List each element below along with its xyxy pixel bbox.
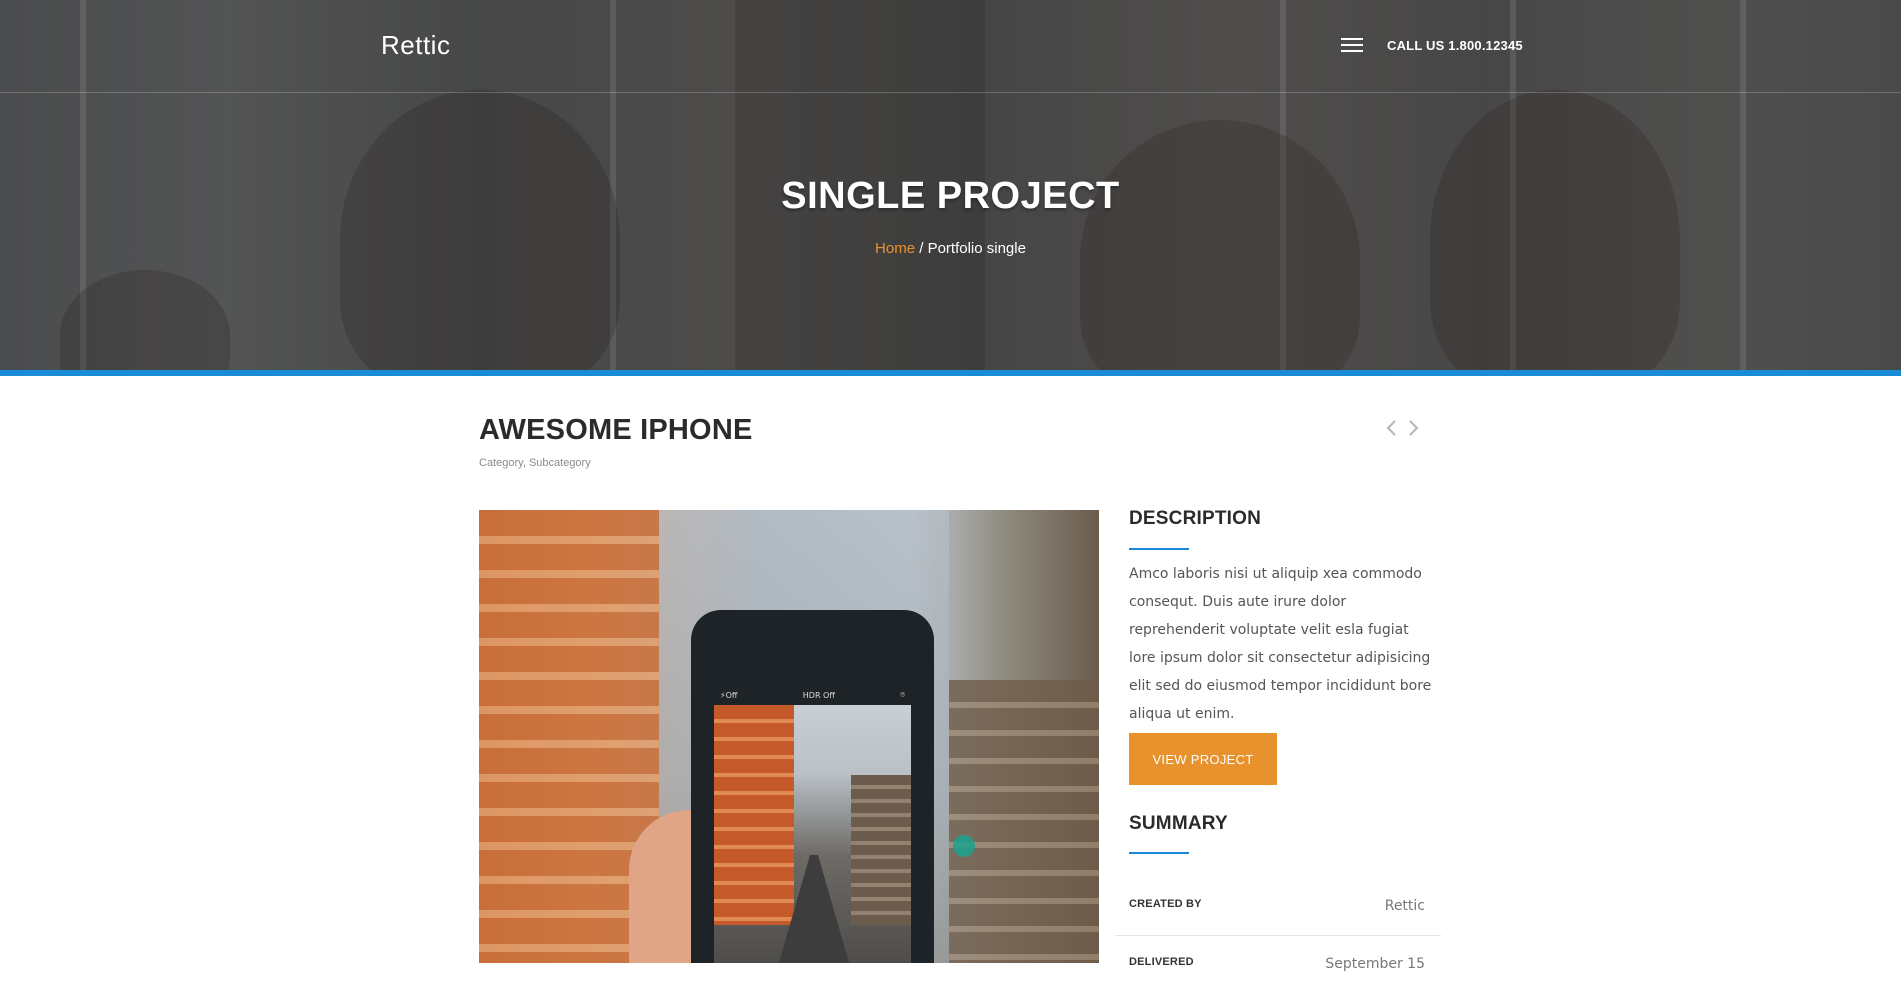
flash-off-label: ⚡Off bbox=[720, 690, 738, 700]
breadcrumb: Home / Portfolio single bbox=[0, 240, 1901, 257]
summary-row-delivered: DELIVERED September 15 bbox=[1129, 956, 1425, 996]
hero-accent-bar bbox=[0, 370, 1901, 376]
call-us-phone[interactable]: CALL US 1.800.12345 bbox=[1387, 38, 1523, 53]
description-text: Amco laboris nisi ut aliquip xea commodo… bbox=[1129, 566, 1432, 722]
camera-icon: ⌾ bbox=[900, 690, 905, 699]
project-title: AWESOME IPHONE bbox=[479, 414, 753, 446]
hamburger-menu-icon[interactable] bbox=[1341, 38, 1363, 54]
hero-person-silhouette bbox=[340, 90, 620, 370]
project-categories: Category, Subcategory bbox=[479, 457, 591, 469]
project-image: ⚡Off HDR Off ⌾ bbox=[479, 510, 1099, 963]
view-project-button[interactable]: VIEW PROJECT bbox=[1129, 733, 1277, 785]
hero-person-silhouette bbox=[1430, 90, 1680, 370]
hdr-off-label: HDR Off bbox=[802, 690, 835, 700]
image-building-right bbox=[949, 680, 1099, 963]
summary-key: CREATED BY bbox=[1129, 898, 1202, 910]
page-title: SINGLE PROJECT bbox=[781, 175, 1120, 217]
summary-row-divider bbox=[1115, 935, 1441, 936]
summary-key: DELIVERED bbox=[1129, 956, 1194, 968]
page-header-hero: Rettic CALL US 1.800.12345 SINGLE PROJEC… bbox=[0, 0, 1901, 370]
subcategory-link[interactable]: Subcategory bbox=[529, 457, 591, 469]
summary-divider bbox=[1129, 852, 1189, 854]
previous-project-button[interactable] bbox=[1384, 418, 1400, 438]
chevron-left-icon bbox=[1386, 420, 1396, 436]
image-bokeh-light bbox=[953, 835, 975, 857]
image-phone: ⚡Off HDR Off ⌾ bbox=[691, 610, 934, 963]
chevron-right-icon bbox=[1409, 420, 1419, 436]
summary-heading: SUMMARY bbox=[1129, 813, 1228, 834]
description-heading: DESCRIPTION bbox=[1129, 508, 1262, 529]
next-project-button[interactable] bbox=[1405, 418, 1421, 438]
breadcrumb-home-link[interactable]: Home bbox=[875, 240, 915, 257]
site-logo[interactable]: Rettic bbox=[381, 30, 450, 61]
summary-value: September 15 bbox=[1325, 956, 1425, 972]
summary-row-created-by: CREATED BY Rettic bbox=[1129, 898, 1425, 938]
category-link[interactable]: Category bbox=[479, 457, 523, 469]
breadcrumb-current: Portfolio single bbox=[927, 240, 1026, 257]
phone-screen bbox=[714, 705, 911, 963]
breadcrumb-separator: / bbox=[915, 240, 928, 257]
screen-building-left bbox=[714, 705, 794, 925]
top-navigation: Rettic CALL US 1.800.12345 bbox=[0, 0, 1901, 93]
description-divider bbox=[1129, 548, 1189, 550]
summary-value: Rettic bbox=[1384, 898, 1425, 914]
screen-building-right bbox=[851, 775, 911, 925]
phone-camera-bar: ⚡Off HDR Off ⌾ bbox=[714, 685, 911, 705]
